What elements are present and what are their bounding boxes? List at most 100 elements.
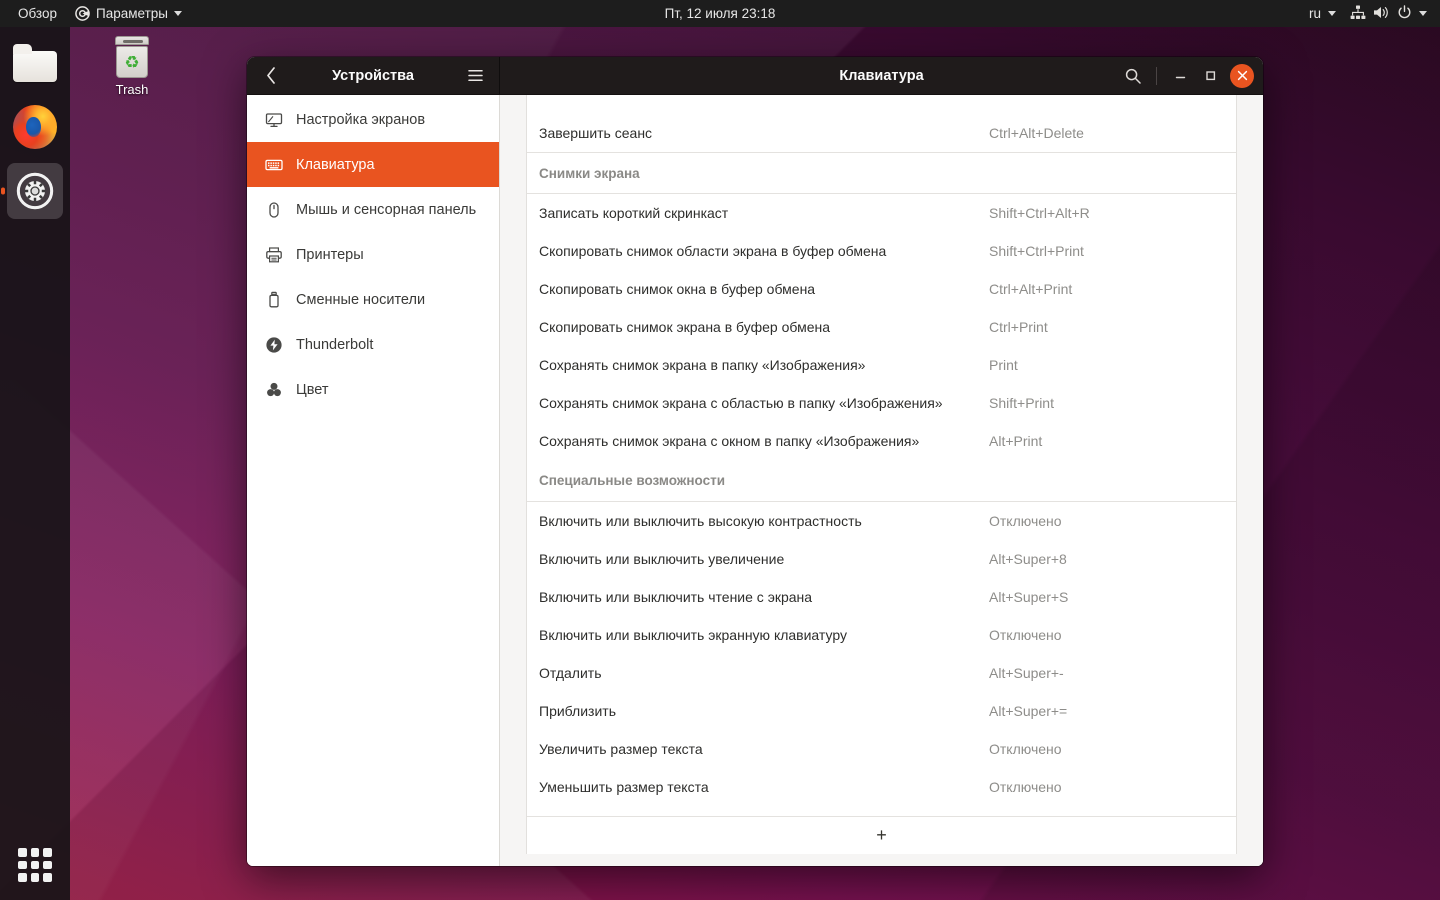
table-row[interactable]: Приблизить Alt+Super+=	[527, 692, 1236, 730]
dock-items	[7, 27, 63, 219]
power-icon	[1397, 4, 1412, 23]
shortcut-accel: Print	[989, 357, 1018, 373]
shortcut-name: Сохранять снимок экрана с окном в папку …	[539, 433, 920, 449]
shortcut-name: Отдалить	[539, 665, 602, 681]
settings-window: Устройства Клавиатура Настройка экранов …	[247, 57, 1263, 866]
table-row[interactable]: Завершить сеанс Ctrl+Alt+Delete	[527, 114, 1236, 152]
shortcut-name: Включить или выключить увеличение	[539, 551, 785, 567]
grid-dot	[30, 848, 40, 857]
shortcuts-list[interactable]: Завершить сеанс Ctrl+Alt+Delete Снимки экр…	[527, 95, 1236, 816]
section-title: Снимки экрана	[539, 165, 640, 181]
sidebar-item-label: Принтеры	[296, 246, 364, 263]
top-panel-right: ru	[1302, 2, 1434, 26]
sidebar-item-mouse-touchpad[interactable]: Мышь и сенсорная панель	[247, 187, 499, 232]
dock-item-files[interactable]	[7, 35, 63, 91]
shortcut-name: Включить или выключить высокую контрастн…	[539, 513, 862, 529]
sidebar-item-printers[interactable]: Принтеры	[247, 232, 499, 277]
trash-label: Trash	[115, 82, 149, 97]
table-row[interactable]: Записать короткий скринкаст Shift+Ctrl+Al…	[527, 194, 1236, 232]
hamburger-menu-button[interactable]	[461, 63, 489, 89]
shortcut-accel: Ctrl+Alt+Delete	[989, 125, 1084, 141]
shortcut-accel: Shift+Print	[989, 395, 1054, 411]
printer-icon	[265, 246, 283, 264]
shortcut-name: Включить или выключить экранную клавиату…	[539, 627, 847, 643]
thunderbolt-icon	[265, 336, 283, 354]
app-menu-button[interactable]: Параметры	[66, 3, 191, 24]
shortcut-accel: Alt+Super+-	[989, 665, 1064, 681]
table-row[interactable]: Включить или выключить чтение с экрана Al…	[527, 578, 1236, 616]
shortcut-name: Сохранять снимок экрана с областью в пап…	[539, 395, 943, 411]
shortcuts-section-header: Специальные возможности	[527, 460, 1236, 502]
settings-sidebar: Настройка экранов Клавиатура Мышь и сенс…	[247, 95, 500, 866]
shortcut-name: Скопировать снимок окна в буфер обмена	[539, 281, 816, 297]
sidebar-item-label: Мышь и сенсорная панель	[296, 201, 477, 218]
dock-item-settings[interactable]	[7, 163, 63, 219]
shortcut-name: Завершить сеанс	[539, 125, 653, 141]
shortcut-name: Сохранять снимок экрана в папку «Изображ…	[539, 357, 866, 373]
table-row[interactable]: Уменьшить размер текста Отключено	[527, 768, 1236, 806]
keyboard-layout-label: ru	[1308, 6, 1321, 21]
window-controls	[1119, 62, 1254, 90]
shortcut-accel: Отключено	[989, 513, 1062, 529]
table-row[interactable]: Включить или выключить высокую контрастн…	[527, 502, 1236, 540]
table-row-clipped[interactable]	[527, 95, 1236, 114]
titlebar-content-section: Клавиатура	[500, 57, 1263, 94]
show-applications-button[interactable]	[18, 848, 52, 882]
shortcut-accel: Alt+Super+8	[989, 551, 1067, 567]
sidebar-item-keyboard[interactable]: Клавиатура	[247, 142, 499, 187]
table-row[interactable]: Сохранять снимок экрана с окном в папку …	[527, 422, 1236, 460]
clock-button[interactable]: Пт, 12 июля 23:18	[656, 3, 785, 24]
caret-down-icon	[173, 11, 182, 16]
shortcut-name: Включить или выключить чтение с экрана	[539, 589, 813, 605]
minimize-button[interactable]	[1166, 62, 1194, 90]
shortcut-accel: Ctrl+Print	[989, 319, 1048, 335]
sidebar-item-removable-media[interactable]: Сменные носители	[247, 277, 499, 322]
section-title: Специальные возможности	[539, 473, 725, 488]
table-row[interactable]: Включить или выключить экранную клавиату…	[527, 616, 1236, 654]
activities-label: Обзор	[18, 6, 57, 21]
shortcut-name: Уменьшить размер текста	[539, 779, 709, 795]
grid-dot	[43, 860, 52, 870]
sidebar-item-displays[interactable]: Настройка экранов	[247, 97, 499, 142]
table-row[interactable]: Включить или выключить увеличение Alt+Sup…	[527, 540, 1236, 578]
settings-gear-icon	[14, 170, 56, 212]
table-row[interactable]: Скопировать снимок области экрана в буфе…	[527, 232, 1236, 270]
back-button[interactable]	[255, 63, 287, 89]
shortcut-accel: Alt+Super+S	[989, 589, 1069, 605]
sidebar-item-color[interactable]: Цвет	[247, 367, 499, 412]
keyboard-shortcuts-panel: Завершить сеанс Ctrl+Alt+Delete Снимки экр…	[500, 95, 1263, 866]
sidebar-item-label: Сменные носители	[296, 291, 426, 308]
table-row[interactable]: Сохранять снимок экрана с областью в пап…	[527, 384, 1236, 422]
app-menu-label: Параметры	[96, 6, 168, 21]
shortcut-name: Увеличить размер текста	[539, 741, 703, 757]
sidebar-item-label: Цвет	[296, 381, 329, 398]
shortcut-accel: Ctrl+Alt+Print	[989, 281, 1073, 297]
maximize-button[interactable]	[1196, 62, 1224, 90]
mouse-icon	[265, 201, 283, 219]
table-row[interactable]: Скопировать снимок экрана в буфер обмена…	[527, 308, 1236, 346]
table-row[interactable]: Скопировать снимок окна в буфер обмена Ct…	[527, 270, 1236, 308]
system-menu-button[interactable]	[1343, 2, 1434, 26]
titlebar-separator	[1156, 66, 1157, 85]
desktop-icon-trash[interactable]: ♻ Trash	[96, 36, 168, 97]
search-button[interactable]	[1119, 62, 1147, 90]
dock-item-firefox[interactable]	[7, 99, 63, 155]
grid-dot	[43, 873, 52, 882]
add-shortcut-label: +	[876, 825, 887, 845]
clock-label: Пт, 12 июля 23:18	[664, 6, 776, 21]
shortcut-accel: Shift+Ctrl+Print	[989, 243, 1084, 259]
add-shortcut-button[interactable]: +	[527, 816, 1236, 854]
table-row[interactable]: Отдалить Alt+Super+-	[527, 654, 1236, 692]
keyboard-layout-button[interactable]: ru	[1302, 3, 1343, 24]
activities-button[interactable]: Обзор	[9, 3, 66, 24]
window-titlebar: Устройства Клавиатура	[247, 57, 1263, 95]
shortcuts-list-container: Завершить сеанс Ctrl+Alt+Delete Снимки экр…	[526, 95, 1237, 854]
table-row[interactable]: Увеличить размер текста Отключено	[527, 730, 1236, 768]
close-button[interactable]	[1230, 63, 1254, 88]
table-row[interactable]: Сохранять снимок экрана в папку «Изображ…	[527, 346, 1236, 384]
titlebar-sidebar-section: Устройства	[247, 57, 500, 94]
sidebar-item-thunderbolt[interactable]: Thunderbolt	[247, 322, 499, 367]
sidebar-item-label: Thunderbolt	[296, 336, 374, 353]
caret-down-icon	[1328, 11, 1336, 16]
shortcut-name: Приблизить	[539, 703, 616, 719]
